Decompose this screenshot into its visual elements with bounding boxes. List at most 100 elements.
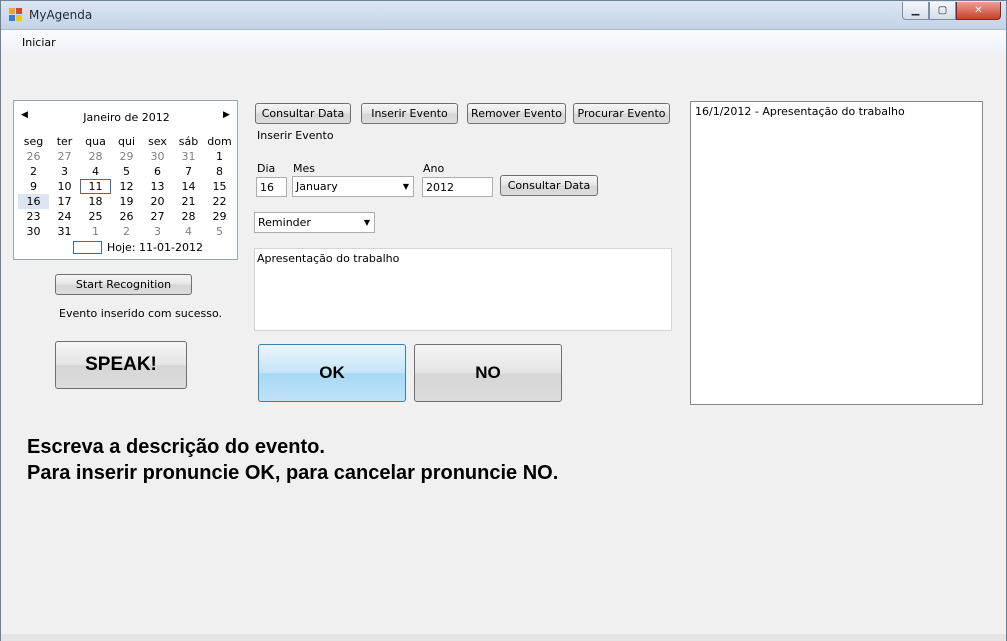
calendar-day[interactable]: 26 [111, 209, 142, 224]
calendar-day[interactable]: 27 [142, 209, 173, 224]
calendar-day[interactable]: 29 [204, 209, 235, 224]
minimize-button[interactable]: ▁ [902, 2, 929, 20]
instruction-line-1: Escreva a descrição do evento. [27, 436, 325, 458]
calendar-day[interactable]: 23 [18, 209, 49, 224]
event-type-select[interactable]: Reminder ▼ [254, 212, 375, 233]
calendar-day[interactable]: 31 [173, 149, 204, 164]
maximize-button[interactable]: ▢ [929, 2, 956, 20]
calendar-day[interactable]: 24 [49, 209, 80, 224]
today-marker [73, 241, 102, 254]
mes-label: Mes [293, 162, 315, 175]
consultar-data-form-button[interactable]: Consultar Data [500, 175, 598, 196]
calendar-week-row: 30 31 1 2 3 4 5 [18, 224, 235, 239]
event-type-value: Reminder [258, 216, 311, 229]
calendar-week-row: 26 27 28 29 30 31 1 [18, 149, 235, 164]
calendar-day[interactable]: 12 [111, 179, 142, 194]
calendar-day[interactable]: 18 [80, 194, 111, 209]
ano-label: Ano [423, 162, 445, 175]
calendar-day[interactable]: 30 [18, 224, 49, 239]
calendar-day[interactable]: 13 [142, 179, 173, 194]
calendar-day[interactable]: 6 [142, 164, 173, 179]
no-button[interactable]: NO [414, 344, 562, 402]
calendar-day[interactable]: 31 [49, 224, 80, 239]
app-window: MyAgenda ▁ ▢ ✕ Iniciar ◀ Janeiro de 2012… [0, 0, 1007, 641]
calendar-day[interactable]: 3 [49, 164, 80, 179]
minimize-icon: ▁ [911, 5, 920, 16]
close-button[interactable]: ✕ [956, 2, 1001, 20]
calendar-day[interactable]: 3 [142, 224, 173, 239]
calendar-day-selected[interactable]: 16 [18, 194, 49, 209]
calendar-week-row: 9 10 11 12 13 14 15 [18, 179, 235, 194]
remover-evento-button[interactable]: Remover Evento [467, 103, 566, 124]
weekday-label: sáb [178, 135, 199, 148]
chevron-down-icon: ▼ [402, 182, 409, 191]
calendar-day[interactable]: 7 [173, 164, 204, 179]
calendar-day[interactable]: 26 [18, 149, 49, 164]
calendar-week-row: 16 17 18 19 20 21 22 [18, 194, 235, 209]
calendar-day[interactable]: 28 [80, 149, 111, 164]
start-recognition-button[interactable]: Start Recognition [55, 274, 192, 295]
mode-label: Inserir Evento [257, 129, 334, 142]
calendar-day[interactable]: 17 [49, 194, 80, 209]
calendar-day[interactable]: 19 [111, 194, 142, 209]
calendar-day[interactable]: 29 [111, 149, 142, 164]
calendar-grid: seg ter qua qui sex sáb dom 26 27 28 29 … [18, 134, 235, 239]
weekday-label: dom [207, 135, 232, 148]
triangle-right-icon[interactable]: ▶ [223, 110, 230, 120]
calendar-day[interactable]: 27 [49, 149, 80, 164]
calendar-day[interactable]: 30 [142, 149, 173, 164]
calendar-month-label: Janeiro de 2012 [83, 111, 170, 124]
calendar-day[interactable]: 8 [204, 164, 235, 179]
menu-bar: Iniciar [1, 30, 1006, 54]
calendar-day[interactable]: 20 [142, 194, 173, 209]
calendar-day[interactable]: 1 [80, 224, 111, 239]
description-textarea[interactable]: Apresentação do trabalho [254, 248, 672, 331]
dia-label: Dia [257, 162, 276, 175]
calendar-day[interactable]: 28 [173, 209, 204, 224]
calendar-day-today[interactable]: 11 [80, 179, 111, 194]
mes-select-value: January [296, 180, 338, 193]
calendar-day[interactable]: 1 [204, 149, 235, 164]
weekday-label: qui [117, 135, 135, 148]
title-bar: MyAgenda ▁ ▢ ✕ [1, 1, 1006, 30]
calendar-day[interactable]: 10 [49, 179, 80, 194]
calendar-weekday-row: seg ter qua qui sex sáb dom [18, 134, 235, 149]
calendar-day[interactable]: 22 [204, 194, 235, 209]
month-calendar[interactable]: ◀ Janeiro de 2012 ▶ seg ter qua qui sex … [13, 100, 238, 260]
mes-select[interactable]: January ▼ [292, 176, 414, 197]
horizontal-scrollbar[interactable] [1, 634, 1006, 641]
menu-iniciar[interactable]: Iniciar [22, 36, 56, 49]
consultar-data-button[interactable]: Consultar Data [255, 103, 351, 124]
today-label: Hoje: 11-01-2012 [107, 241, 203, 254]
maximize-icon: ▢ [937, 5, 948, 16]
inserir-evento-button[interactable]: Inserir Evento [361, 103, 458, 124]
ok-button[interactable]: OK [258, 344, 406, 402]
instruction-line-2: Para inserir pronuncie OK, para cancelar… [27, 462, 559, 484]
list-item[interactable]: 16/1/2012 - Apresentação do trabalho [695, 105, 978, 118]
app-icon [9, 8, 23, 22]
calendar-day[interactable]: 5 [204, 224, 235, 239]
calendar-week-row: 2 3 4 5 6 7 8 [18, 164, 235, 179]
calendar-day[interactable]: 25 [80, 209, 111, 224]
calendar-day[interactable]: 14 [173, 179, 204, 194]
speak-button[interactable]: SPEAK! [55, 341, 187, 389]
calendar-day[interactable]: 4 [80, 164, 111, 179]
calendar-day[interactable]: 15 [204, 179, 235, 194]
status-message: Evento inserido com sucesso. [59, 307, 223, 320]
calendar-day[interactable]: 4 [173, 224, 204, 239]
calendar-day[interactable]: 21 [173, 194, 204, 209]
calendar-day[interactable]: 5 [111, 164, 142, 179]
events-listbox[interactable]: 16/1/2012 - Apresentação do trabalho [690, 101, 983, 405]
calendar-week-row: 23 24 25 26 27 28 29 [18, 209, 235, 224]
calendar-day[interactable]: 2 [18, 164, 49, 179]
dia-input[interactable]: 16 [256, 177, 287, 197]
weekday-label: seg [23, 135, 44, 148]
weekday-label: sex [148, 135, 167, 148]
calendar-day[interactable]: 9 [18, 179, 49, 194]
calendar-day[interactable]: 2 [111, 224, 142, 239]
ano-input[interactable]: 2012 [422, 177, 493, 197]
close-icon: ✕ [974, 5, 983, 16]
procurar-evento-button[interactable]: Procurar Evento [573, 103, 670, 124]
calendar-today-link[interactable]: Hoje: 11-01-2012 [73, 241, 203, 254]
window-title: MyAgenda [29, 8, 93, 22]
